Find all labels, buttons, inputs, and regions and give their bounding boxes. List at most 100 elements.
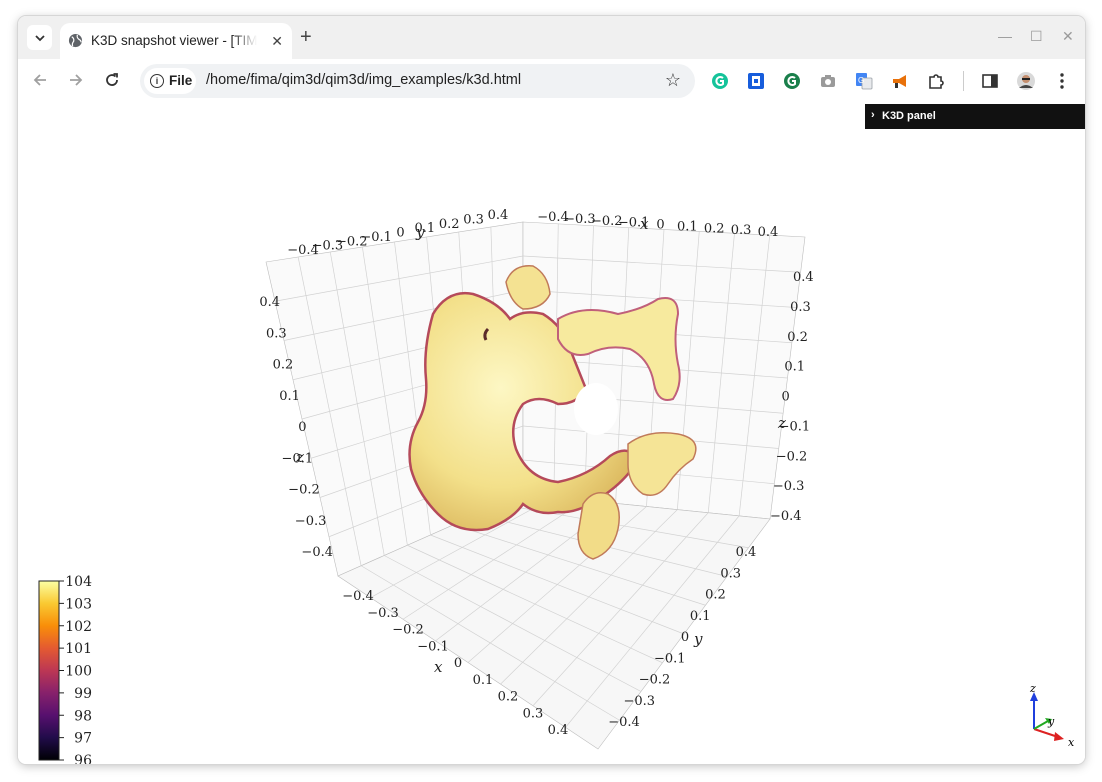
tick-label-top-y: 0.2 — [439, 217, 460, 232]
colorbar-tick-label: 102 — [65, 619, 92, 635]
password-manager-icon[interactable] — [746, 71, 766, 91]
tick-label-right-z: 0.1 — [784, 360, 805, 375]
tick-label-left-z: −0.3 — [295, 514, 327, 529]
info-icon: i — [150, 74, 164, 88]
close-window-button[interactable]: ✕ — [1062, 28, 1074, 44]
toolbar: i File /home/fima/qim3d/qim3d/img_exampl… — [18, 59, 1085, 104]
orientation-x-label: x — [1068, 736, 1075, 749]
top-y-axis-label: y — [415, 223, 425, 241]
tick-label-right-z: −0.2 — [776, 449, 808, 464]
forward-arrow-icon[interactable] — [68, 72, 84, 88]
right-z-axis-label: z — [777, 414, 786, 432]
tick-label-bottom-x: −0.4 — [342, 589, 374, 604]
browser-window: K3D snapshot viewer - [TIMESTAMP] ✕ + — … — [18, 16, 1085, 764]
tick-label-bottom-y: −0.2 — [639, 673, 671, 688]
tick-label-bottom-x: −0.2 — [392, 623, 424, 638]
orientation-widget: z y x — [1029, 682, 1075, 749]
tick-label-bottom-y: 0 — [681, 630, 689, 645]
bottom-x-axis-label: x — [434, 658, 443, 676]
megaphone-icon[interactable] — [890, 71, 910, 91]
tick-label-right-z: −0.3 — [773, 479, 805, 494]
orientation-y-label: y — [1047, 715, 1055, 728]
colorbar-tick-label: 103 — [65, 596, 92, 612]
site-info-label: File — [169, 73, 193, 88]
tick-label-bottom-x: 0.2 — [498, 690, 519, 705]
colorbar-tick-label: 101 — [65, 641, 92, 657]
tab-close-icon[interactable]: ✕ — [271, 33, 283, 49]
tick-label-bottom-y: −0.3 — [623, 694, 655, 709]
colorbar-tick-label: 99 — [74, 686, 92, 702]
colorbar-tick-label: 97 — [74, 731, 92, 747]
top-x-axis-label: x — [640, 215, 649, 233]
tick-label-left-z: −0.4 — [301, 545, 333, 560]
tick-label-bottom-y: 0.2 — [705, 588, 726, 603]
bottom-y-axis-label: y — [693, 630, 703, 648]
tick-label-right-z: 0.4 — [793, 270, 814, 285]
blob-hole — [574, 383, 618, 435]
chevron-down-icon — [34, 34, 45, 41]
menu-dots-icon[interactable] — [1052, 71, 1072, 91]
camera-icon[interactable] — [818, 71, 838, 91]
tick-label-top-y: 0 — [396, 226, 404, 241]
tick-label-top-x: 0.1 — [677, 219, 698, 234]
tick-label-top-y: 0.4 — [488, 208, 509, 223]
g-extension-icon[interactable] — [782, 71, 802, 91]
maximize-button[interactable]: ☐ — [1030, 28, 1043, 44]
tick-label-bottom-x: 0 — [454, 656, 462, 671]
tick-label-left-z: 0.2 — [273, 358, 294, 373]
puzzle-icon[interactable] — [926, 71, 946, 91]
avatar[interactable] — [1016, 71, 1036, 91]
tick-label-bottom-x: −0.1 — [417, 639, 449, 654]
tick-label-bottom-x: 0.1 — [473, 673, 494, 688]
tick-label-left-z: 0.3 — [266, 326, 287, 341]
tab-search-button[interactable] — [27, 25, 52, 50]
back-arrow-icon[interactable] — [32, 72, 48, 88]
tick-label-bottom-y: 0.1 — [690, 609, 711, 624]
toolbar-divider — [963, 71, 964, 91]
tick-label-left-z: 0 — [298, 420, 306, 435]
tick-label-bottom-y: 0.3 — [720, 566, 741, 581]
site-info-chip[interactable]: i File — [144, 68, 196, 94]
tick-label-left-z: 0.1 — [279, 389, 300, 404]
side-panel-icon[interactable] — [980, 71, 1000, 91]
left-z-axis-label: z — [295, 448, 304, 466]
tick-label-top-x: 0.4 — [758, 225, 779, 240]
colorbar-tick-label: 96 — [74, 753, 92, 764]
tick-label-top-x: 0 — [656, 218, 664, 233]
tick-label-bottom-y: −0.4 — [608, 715, 640, 730]
colorbar-tick-label: 104 — [65, 574, 92, 590]
minimize-button[interactable]: — — [998, 28, 1012, 44]
tick-label-bottom-y: 0.4 — [736, 545, 757, 560]
tick-label-left-z: −0.2 — [288, 483, 320, 498]
tab-k3d-viewer[interactable]: K3D snapshot viewer - [TIMESTAMP] ✕ — [60, 23, 292, 59]
tab-title: K3D snapshot viewer - [TIMESTAMP] — [91, 33, 257, 48]
tick-label-bottom-y: −0.1 — [654, 651, 686, 666]
tab-strip: K3D snapshot viewer - [TIMESTAMP] ✕ + — … — [18, 16, 1085, 59]
tick-label-top-y: −0.1 — [360, 230, 392, 245]
plot-canvas[interactable]: −0.4−0.3−0.2−0.1 0 0.1 0.2 0.3 0.4 −0.4−0.3−0.… — [18, 104, 1085, 764]
colorbar-tick-label: 98 — [74, 708, 92, 724]
address-bar[interactable]: i File /home/fima/qim3d/qim3d/img_exampl… — [140, 64, 695, 98]
tick-label-top-y: 0.3 — [463, 212, 484, 227]
colorbar-gradient — [38, 580, 60, 761]
bookmark-star-icon[interactable]: ☆ — [665, 70, 681, 91]
globe-icon — [68, 33, 83, 48]
reload-icon[interactable] — [104, 72, 120, 88]
new-tab-button[interactable]: + — [300, 27, 312, 47]
tick-label-right-z: 0.3 — [790, 300, 811, 315]
colorbar-tick-label: 100 — [65, 664, 92, 680]
grammarly-icon[interactable] — [710, 71, 730, 91]
tick-label-bottom-x: 0.3 — [523, 706, 544, 721]
k3d-viewer[interactable]: › K3D panel −0.4 −0.3 −0.2 −0.1 0 0.1 0.… — [18, 104, 1085, 764]
url-text[interactable]: /home/fima/qim3d/qim3d/img_examples/k3d.… — [206, 72, 521, 88]
tick-label-bottom-x: −0.3 — [367, 606, 399, 621]
tick-label-right-z: 0.2 — [787, 330, 808, 345]
tick-label-right-z: −0.4 — [770, 509, 802, 524]
tick-label-left-z: 0.4 — [259, 295, 280, 310]
translate-icon[interactable]: G — [854, 71, 874, 91]
svg-text:G: G — [858, 76, 864, 85]
tick-label-bottom-x: 0.4 — [548, 723, 569, 738]
tick-label-top-x: 0.3 — [731, 223, 752, 238]
tick-label-top-x: 0.2 — [704, 221, 725, 236]
orientation-z-label: z — [1029, 682, 1036, 695]
